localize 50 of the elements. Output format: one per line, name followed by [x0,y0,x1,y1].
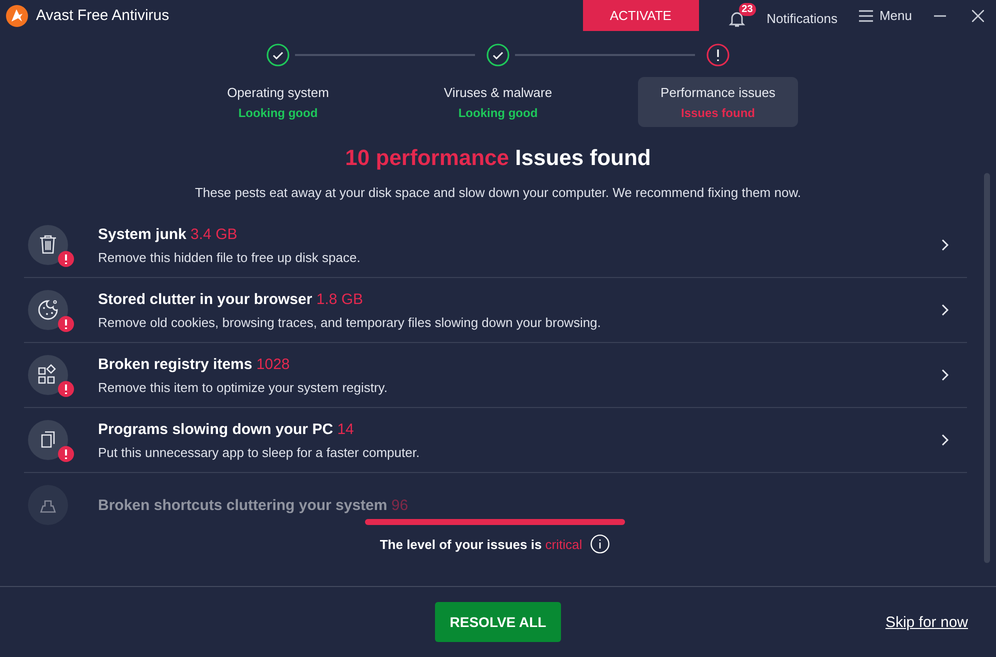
warning-badge-icon [58,381,74,397]
issue-description: Remove this hidden file to free up disk space. [98,250,362,264]
scan-step-tab[interactable]: Performance issues Issues found [638,77,798,127]
copy-icon [28,420,68,460]
issue-description: Remove this item to optimize your system registry. [98,380,388,394]
chevron-right-icon [941,239,949,251]
menu-icon [859,10,874,22]
notification-count-badge: 23 [738,2,756,16]
step-status: Looking good [238,106,318,120]
info-icon[interactable] [590,534,610,554]
chevron-right-icon [941,434,949,446]
warning-badge-icon [58,316,74,332]
issue-row[interactable]: Broken registry items 1028 Remove this item to optimize your system registry. [24,343,967,408]
avast-logo-icon [6,4,28,26]
window-title: Avast Free Antivirus [36,7,170,24]
issue-title: Programs slowing down your PC 14 [98,420,355,438]
menu-button[interactable]: Menu [859,8,912,23]
step-label: Operating system [227,85,329,100]
resolve-all-button[interactable]: RESOLVE ALL [435,602,561,642]
issue-title: Broken shortcuts cluttering your system 96 [98,496,410,514]
step-status: Issues found [680,106,755,120]
scan-step-tab[interactable]: Viruses & malware Looking good [418,77,578,127]
issue-row[interactable]: Programs slowing down your PC 14 Put this unnecessary app to sleep for a faster computer. [24,408,967,473]
issue-level-text: The level of your issues is critical [380,536,582,552]
warning-badge-icon [58,251,74,267]
cookie-icon [28,290,68,330]
grid-icon [28,355,68,395]
warning-badge-icon [58,446,74,462]
step-label: Viruses & malware [444,85,552,100]
skip-link[interactable]: Skip for now [885,614,968,630]
issue-description: Remove old cookies, browsing traces, and temporary files slowing down your browsing. [98,314,602,330]
shortcut-icon [28,485,68,525]
issue-row[interactable]: System junk 3.4 GB Remove this hidden file to free up disk space. [24,213,967,278]
scrollbar-thumb[interactable] [984,173,990,563]
issue-row[interactable]: Stored clutter in your browser 1.8 GB Remove old cookies, browsing traces, and temporary files slowing down your browsing. [24,278,967,343]
trash-icon [28,225,68,265]
subtitle-text: These pests eat away at your disk space and slow down your computer. We recommend fixing them now. [194,185,802,200]
chevron-right-icon [941,304,949,316]
scan-step-tab[interactable]: Operating system Looking good [198,77,358,127]
issue-description: Put this unnecessary app to sleep for a faster computer. [98,444,421,460]
step-label: Performance issues [660,85,776,100]
issue-title: Stored clutter in your browser 1.8 GB [98,290,364,308]
chevron-right-icon [941,369,949,381]
page-heading: 10 performance Issues found [344,145,652,171]
issue-title: System junk 3.4 GB [98,226,238,242]
notifications-button[interactable]: 23 Notifications [726,2,838,28]
issue-title: Broken registry items 1028 [98,356,291,372]
activate-button[interactable]: ACTIVATE [582,0,699,31]
step-status: Looking good [458,106,538,120]
close-icon[interactable] [972,10,984,22]
